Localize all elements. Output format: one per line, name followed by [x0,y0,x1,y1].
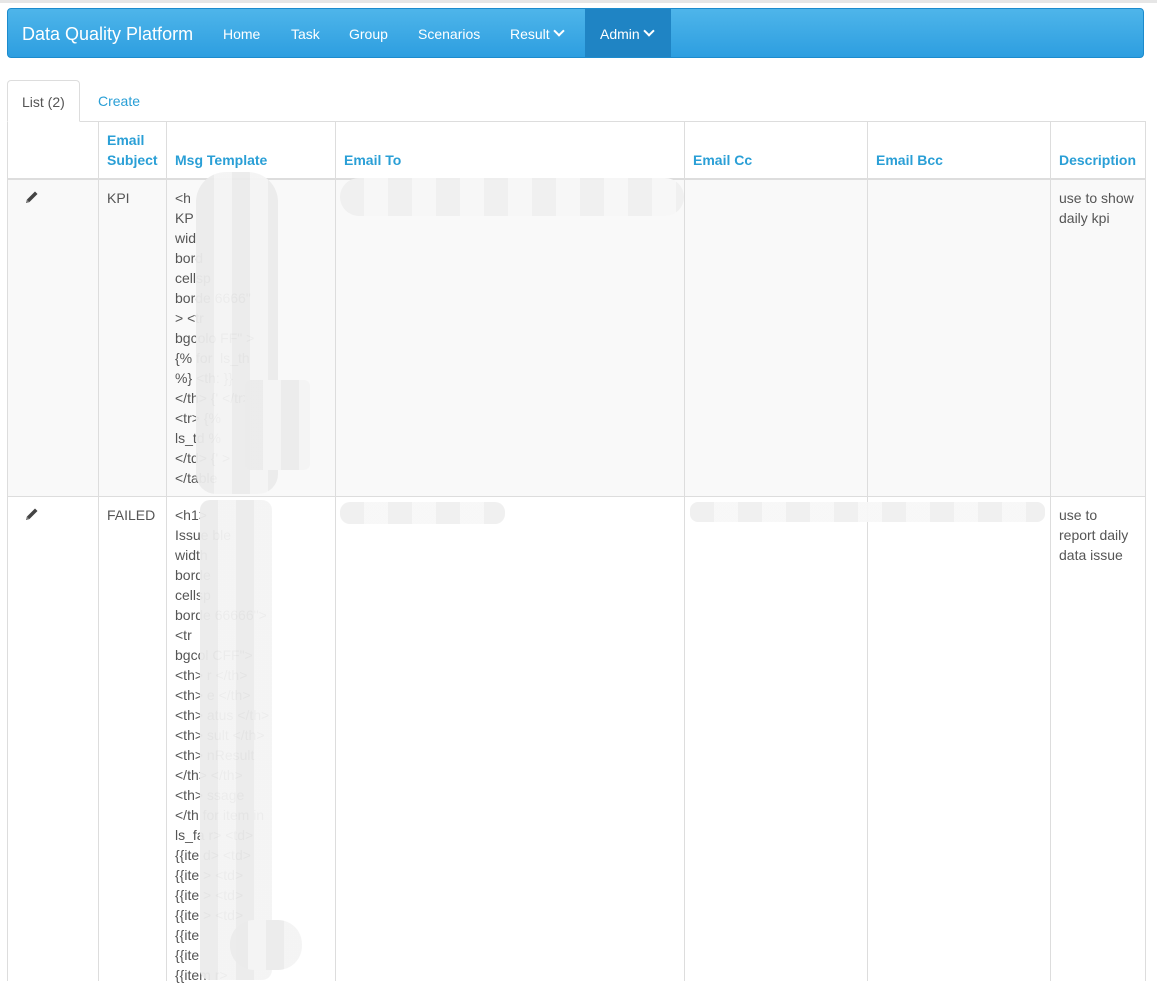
tab-list[interactable]: List (2) [7,80,80,122]
redaction-blur [690,502,1045,522]
header-email-bcc[interactable]: Email Bcc [876,150,943,170]
redaction-blur [200,500,272,980]
redaction-blur [340,502,505,524]
nav-admin-label: Admin [600,26,640,42]
pencil-icon[interactable] [24,506,40,522]
column-divider [166,122,167,981]
nav-group[interactable]: Group [349,9,388,57]
column-divider [1050,122,1051,981]
nav-home[interactable]: Home [223,9,260,57]
nav-task[interactable]: Task [291,9,320,57]
redaction-blur [340,178,684,216]
cell-description: use to report daily data issue [1059,507,1129,563]
cell-email-subject: FAILED [107,507,156,523]
column-divider [867,122,868,981]
brand-logo[interactable]: Data Quality Platform [22,23,193,45]
nav-admin-dropdown[interactable]: Admin [585,9,671,57]
window-top-border [0,0,1157,3]
header-email-to[interactable]: Email To [344,150,401,170]
row-divider [7,496,1146,497]
header-msg-template[interactable]: Msg Template [175,150,267,170]
column-divider [684,122,685,981]
cell-email-subject: KPI [107,190,130,206]
nav-result-label: Result [510,26,550,42]
chevron-down-icon [643,25,655,37]
pencil-icon[interactable] [24,189,40,205]
nav-scenarios[interactable]: Scenarios [418,9,480,57]
nav-result-dropdown[interactable]: Result [510,9,565,57]
redaction-blur [245,380,310,470]
header-description[interactable]: Description [1059,150,1136,170]
top-navbar: Data Quality Platform Home Task Group Sc… [7,8,1144,58]
column-divider [98,122,99,981]
cell-description: use to show daily kpi [1059,190,1134,226]
column-divider [335,122,336,981]
redaction-blur [230,920,302,970]
chevron-down-icon [553,25,565,37]
tab-create[interactable]: Create [98,91,140,111]
header-email-subject[interactable]: Email Subject [107,130,158,170]
header-email-cc[interactable]: Email Cc [693,150,752,170]
